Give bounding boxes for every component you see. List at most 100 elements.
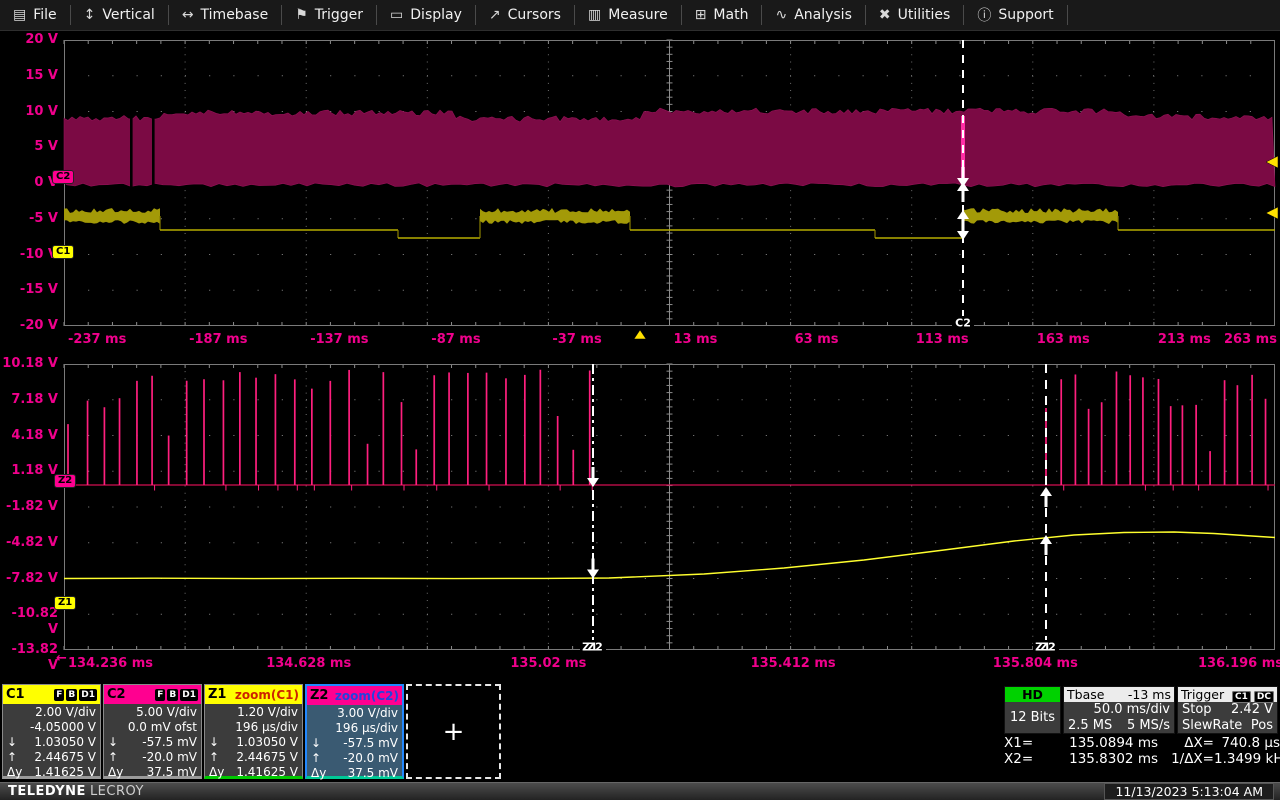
trigger-title: Trigger <box>1181 687 1224 702</box>
descriptor-row: ↓-57.5 mV <box>307 735 402 750</box>
x1-value: 135.0894 ms <box>1046 735 1158 751</box>
descriptor-row: Δy1.41625 V <box>3 764 100 779</box>
zoom-y-label: 1.18 V <box>0 463 58 479</box>
main-x-label: -137 ms <box>310 332 368 348</box>
hd-bits-label: 12 Bits <box>1005 702 1060 733</box>
trigger-position-marker[interactable] <box>634 330 646 339</box>
trigger-level: 2.42 V <box>1231 702 1273 718</box>
descriptor-row: ↑-20.0 mV <box>104 749 201 764</box>
c1-waveform-burst <box>64 208 160 224</box>
main-x-label: -237 ms <box>68 332 126 348</box>
zoom-x-label: 135.412 ms <box>751 656 831 672</box>
descriptor-row: -4.05000 V <box>3 719 100 734</box>
descriptor-badge-d1: D1 <box>180 689 198 701</box>
datetime-display: 11/13/2023 5:13:04 AM <box>1104 783 1274 800</box>
trace-descriptor-z2[interactable]: Z2 zoom(C2) 3.00 V/div196 µs/div↓-57.5 mV↑… <box>305 684 404 779</box>
main-x-label: 213 ms <box>1158 332 1211 348</box>
trace-descriptor-z1[interactable]: Z1zoom(C1)1.20 V/div196 µs/div↓1.03050 V… <box>204 684 303 779</box>
descriptor-row: ↓1.03050 V <box>205 734 302 749</box>
main-y-label: -5 V <box>0 211 58 227</box>
descriptor-badge-b: B <box>167 689 178 701</box>
trigger-kind: SlewRate <box>1182 718 1242 734</box>
main-cursor-label: C2 <box>955 317 971 330</box>
zoom-x-label: 134.628 ms <box>266 656 346 672</box>
descriptor-row: ↑2.44675 V <box>3 749 100 764</box>
main-y-label: -20 V <box>0 318 58 334</box>
main-x-label: -187 ms <box>189 332 247 348</box>
trace-id-label: Z1 <box>208 687 226 702</box>
add-trace-button[interactable]: + <box>406 684 501 779</box>
descriptor-header[interactable]: C1FBD1 <box>3 685 100 704</box>
channel-indicator-c2[interactable]: C2 <box>52 170 74 184</box>
trace-id-label: C2 <box>107 687 126 702</box>
descriptor-row: ↑-20.0 mV <box>307 750 402 765</box>
zoom-source-label: zoom(C1) <box>235 688 299 702</box>
main-y-label: 5 V <box>0 139 58 155</box>
brand-logo: TELEDYNELECROY <box>8 784 144 799</box>
hd-header: HD <box>1005 687 1060 702</box>
channel-indicator-z1[interactable]: Z1 <box>54 596 76 610</box>
main-y-label: 0 V <box>0 175 58 191</box>
descriptor-row: ↓1.03050 V <box>3 734 100 749</box>
descriptor-row: 3.00 V/div <box>307 705 402 720</box>
zoom-grid: Z1Z2Z1Z2 <box>64 364 1275 654</box>
zoom-y-label: 4.18 V <box>0 428 58 444</box>
c1-waveform-burst <box>480 208 630 224</box>
main-x-label: 13 ms <box>674 332 718 348</box>
tbase-scale: 50.0 ms/div <box>1094 702 1170 718</box>
zoom-x-label: 135.804 ms <box>993 656 1073 672</box>
waveform-display-area: C2Z1Z2Z1Z2←20 V15 V10 V5 V0 V-5 V-10 V-1… <box>0 0 1280 800</box>
descriptor-row: 5.00 V/div <box>104 704 201 719</box>
zoom-source-label: zoom(C2) <box>335 689 399 703</box>
zoom-y-label: -13.82 V <box>0 642 58 674</box>
zoom-x-label: 136.196 ms <box>1198 656 1280 672</box>
descriptor-row: 1.20 V/div <box>205 704 302 719</box>
idx-label: 1/ΔX= <box>1158 751 1214 767</box>
c2-waveform <box>64 108 1275 187</box>
x1-label: X1= <box>1004 735 1046 751</box>
trigger-level-marker[interactable] <box>1266 207 1278 219</box>
main-y-label: 20 V <box>0 32 58 48</box>
trace-descriptor-c1[interactable]: C1FBD12.00 V/div-4.05000 V↓1.03050 V↑2.4… <box>2 684 101 779</box>
channel-indicator-z2[interactable]: Z2 <box>54 474 76 488</box>
channel-indicator-c1[interactable]: C1 <box>52 245 74 259</box>
descriptor-header[interactable]: C2 FBD1 <box>104 685 201 704</box>
timebase-summary-box[interactable]: Tbase -13 ms 50.0 ms/div 2.5 MS 5 MS/s <box>1063 686 1175 734</box>
main-x-label: 113 ms <box>916 332 969 348</box>
descriptor-row: Δy37.5 mV <box>307 765 402 780</box>
descriptor-row: 196 µs/div <box>307 720 402 735</box>
zoom-x-label: 135.02 ms <box>508 656 588 672</box>
scope-canvas: C2Z1Z2Z1Z2← <box>0 0 1280 800</box>
descriptor-row: ↓-57.5 mV <box>104 734 201 749</box>
main-y-label: -15 V <box>0 282 58 298</box>
descriptor-badge-f: F <box>155 689 165 701</box>
zoom1-cursor-label: Z2 <box>587 641 603 654</box>
main-x-label: -87 ms <box>431 332 480 348</box>
trace-id-label: Z2 <box>310 688 328 703</box>
descriptor-header[interactable]: Z1 zoom(C1) <box>205 685 302 704</box>
main-x-label: -37 ms <box>552 332 601 348</box>
descriptor-row: Δy1.41625 V <box>205 764 302 779</box>
main-x-label: 263 ms <box>1224 332 1277 348</box>
descriptor-header[interactable]: Z2 zoom(C2) <box>307 686 402 705</box>
trigger-source-badge-dc: DC <box>1254 691 1274 703</box>
main-x-label: 163 ms <box>1037 332 1090 348</box>
zoom-y-label: -7.82 V <box>0 571 58 587</box>
tbase-samplerate: 5 MS/s <box>1127 718 1170 734</box>
x2-label: X2= <box>1004 751 1046 767</box>
main-y-label: 15 V <box>0 68 58 84</box>
x2-value: 135.8302 ms <box>1046 751 1158 767</box>
status-bar: TELEDYNELECROY 11/13/2023 5:13:04 AM <box>0 782 1280 800</box>
descriptor-row: ↑2.44675 V <box>205 749 302 764</box>
trigger-mode: Stop <box>1182 702 1212 718</box>
trigger-source-badge-c1: C1 <box>1232 691 1251 703</box>
descriptor-badge-f: F <box>54 689 64 701</box>
hd-indicator[interactable]: HD 12 Bits <box>1004 686 1061 734</box>
descriptor-row: Δy37.5 mV <box>104 764 201 779</box>
dx-value: 740.8 µs <box>1214 735 1280 751</box>
trace-descriptor-c2[interactable]: C2FBD15.00 V/div0.0 mV ofst↓-57.5 mV↑-20… <box>103 684 202 779</box>
trace-id-label: C1 <box>6 687 25 702</box>
c1-waveform-burst <box>962 208 1118 224</box>
cursor-readout: X1= 135.0894 ms ΔX= 740.8 µs X2= 135.830… <box>1004 735 1280 767</box>
trigger-summary-box[interactable]: Trigger C1DC Stop 2.42 V SlewRate Pos <box>1177 686 1278 734</box>
